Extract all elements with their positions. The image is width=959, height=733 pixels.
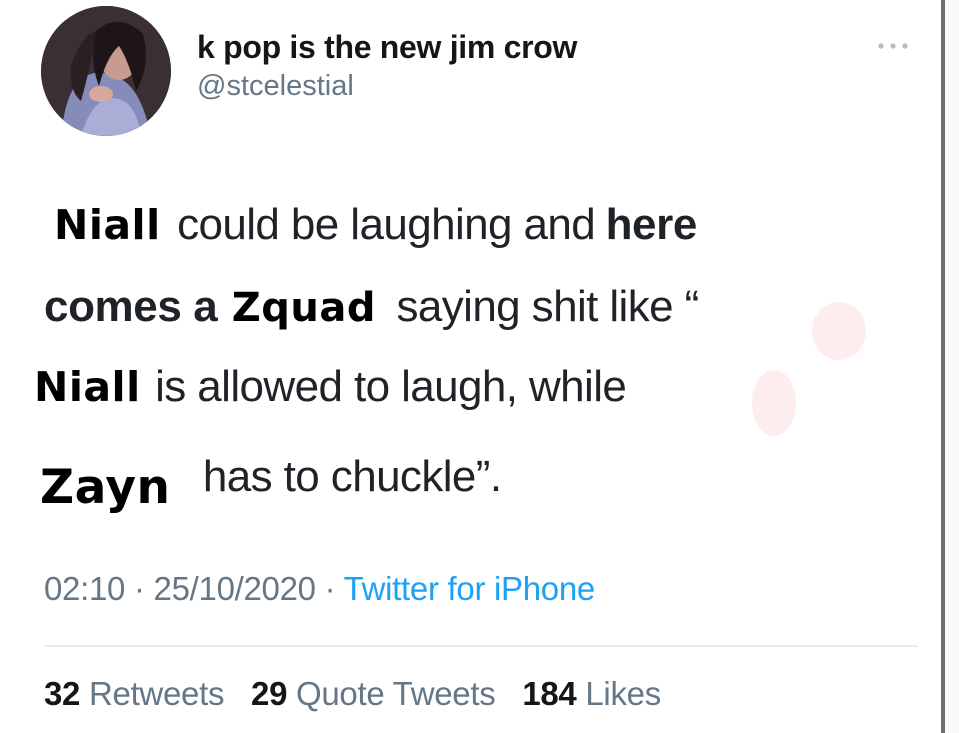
tweet-text: has to chuckle”. xyxy=(202,452,502,501)
tweet-bold-text: here xyxy=(605,200,698,249)
meta-separator: · xyxy=(324,570,336,607)
display-name[interactable]: k pop is the new jim crow xyxy=(197,27,577,67)
likes-label: Likes xyxy=(585,675,661,712)
more-options-button[interactable] xyxy=(873,34,913,58)
meta-separator: · xyxy=(133,570,145,607)
edit-smudge xyxy=(752,370,796,436)
tweet-time[interactable]: 02:10 xyxy=(44,570,125,607)
edit-smudge xyxy=(812,302,866,360)
tweet-bold-text: comes a xyxy=(44,282,218,331)
retweets-label: Retweets xyxy=(88,675,225,712)
retweets-count: 32 xyxy=(44,675,81,712)
tweet-text: saying shit like “ xyxy=(396,282,699,331)
profile-photo xyxy=(41,6,171,136)
retweets-stat[interactable]: 32 Retweets xyxy=(44,675,224,712)
quote-tweets-label: Quote Tweets xyxy=(296,675,496,712)
quote-tweets-count: 29 xyxy=(251,675,288,712)
screenshot-right-margin xyxy=(945,0,959,733)
tweet-date[interactable]: 25/10/2020 xyxy=(154,570,316,607)
tweet-stats: 32 Retweets 29 Quote Tweets 184 Likes xyxy=(44,675,679,713)
more-horizontal-icon xyxy=(878,43,908,49)
tweet-line-3: Niall is allowed to laugh, while xyxy=(34,362,627,412)
tweet-line-1: Niall could be laughing and here xyxy=(54,200,697,250)
tweet-text: is allowed to laugh, while xyxy=(155,362,627,411)
tweet-timestamp: 02:10 · 25/10/2020 · Twitter for iPhone xyxy=(44,570,595,608)
tweet-source-link[interactable]: Twitter for iPhone xyxy=(344,570,596,607)
tweet-line-4: Zayn has to chuckle”. xyxy=(40,448,502,515)
edited-name-overlay: Zquad xyxy=(231,285,377,331)
edited-name-overlay: Niall xyxy=(54,201,161,249)
user-info: k pop is the new jim crow @stcelestial xyxy=(197,27,577,105)
avatar[interactable] xyxy=(41,6,171,136)
screenshot-right-border xyxy=(941,0,945,733)
divider xyxy=(44,645,918,647)
quote-tweets-stat[interactable]: 29 Quote Tweets xyxy=(251,675,496,712)
tweet-text: could be laughing and xyxy=(177,200,596,249)
edited-name-overlay: Niall xyxy=(34,363,141,411)
user-handle[interactable]: @stcelestial xyxy=(197,67,577,105)
likes-count: 184 xyxy=(522,675,577,712)
tweet-line-2: comes a Zquad saying shit like “ xyxy=(44,282,699,332)
likes-stat[interactable]: 184 Likes xyxy=(522,675,661,712)
edited-name-overlay: Zayn xyxy=(40,460,171,515)
